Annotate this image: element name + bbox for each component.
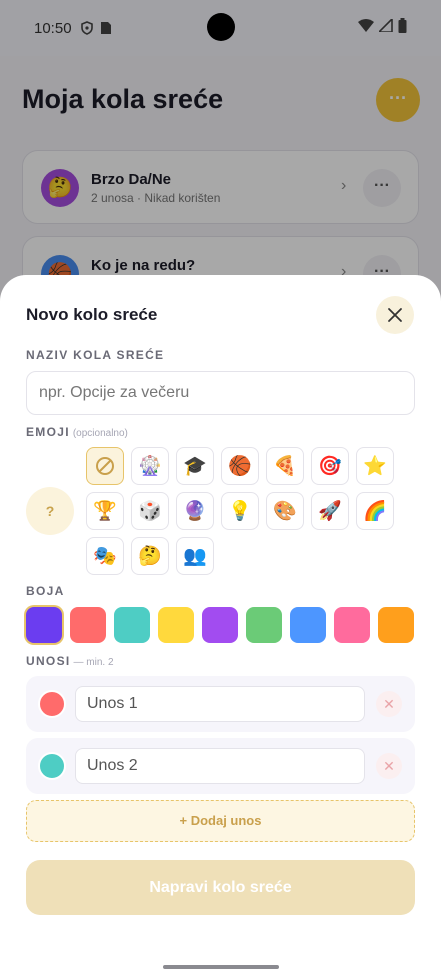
color-swatch[interactable]: [378, 607, 414, 643]
emoji-label: EMOJI (opcionalno): [26, 425, 128, 439]
emoji-option[interactable]: 🏆: [86, 492, 124, 530]
emoji-label-text: EMOJI: [26, 425, 70, 439]
emoji-option[interactable]: 🤔: [131, 537, 169, 575]
emoji-option[interactable]: 🎓: [176, 447, 214, 485]
emoji-option[interactable]: 👥: [176, 537, 214, 575]
entry-input[interactable]: [75, 686, 365, 722]
emoji-option[interactable]: 🎯: [311, 447, 349, 485]
emoji-option[interactable]: 🔮: [176, 492, 214, 530]
name-label: NAZIV KOLA SREĆE: [26, 348, 165, 362]
gesture-nav-bar[interactable]: [163, 965, 279, 969]
entries-label-text: UNOSI: [26, 654, 71, 668]
color-swatch[interactable]: [202, 607, 238, 643]
color-swatch[interactable]: [334, 607, 370, 643]
emoji-option[interactable]: 💡: [221, 492, 259, 530]
emoji-preview: ?: [26, 487, 74, 535]
entry-color-dot[interactable]: [38, 690, 66, 718]
emoji-grid: 🎡 🎓 🏀 🍕 🎯 ⭐ 🏆 🎲 🔮 💡 🎨 🚀 🌈 🎭 🤔 👥: [86, 447, 396, 575]
remove-entry-button[interactable]: ✕: [376, 691, 402, 717]
emoji-option[interactable]: 🚀: [311, 492, 349, 530]
entries-hint: — min. 2: [73, 657, 114, 668]
add-entry-button[interactable]: + Dodaj unos: [26, 800, 415, 842]
emoji-option[interactable]: 🎡: [131, 447, 169, 485]
emoji-option-none[interactable]: [86, 447, 124, 485]
entries-label: UNOSI — min. 2: [26, 654, 114, 668]
entry-row: ✕: [26, 676, 415, 732]
emoji-option[interactable]: 🏀: [221, 447, 259, 485]
entry-input[interactable]: [75, 748, 365, 784]
create-wheel-button[interactable]: Napravi kolo sreće: [26, 860, 415, 915]
entry-row: ✕: [26, 738, 415, 794]
emoji-hint: (opcionalno): [72, 428, 128, 439]
emoji-option[interactable]: ⭐: [356, 447, 394, 485]
emoji-option[interactable]: 🍕: [266, 447, 304, 485]
close-icon: [388, 308, 402, 322]
color-swatch[interactable]: [70, 607, 106, 643]
new-wheel-sheet: Novo kolo sreće NAZIV KOLA SREĆE EMOJI(o…: [0, 275, 441, 980]
no-emoji-icon: [96, 457, 114, 475]
close-button[interactable]: [376, 296, 414, 334]
wheel-name-input[interactable]: [26, 371, 415, 415]
color-swatch[interactable]: [114, 607, 150, 643]
color-swatch[interactable]: [26, 607, 62, 643]
color-swatch[interactable]: [290, 607, 326, 643]
emoji-option[interactable]: 🎲: [131, 492, 169, 530]
emoji-option[interactable]: 🎭: [86, 537, 124, 575]
color-swatch[interactable]: [246, 607, 282, 643]
remove-entry-button[interactable]: ✕: [376, 753, 402, 779]
sheet-title: Novo kolo sreće: [26, 305, 158, 324]
entry-color-dot[interactable]: [38, 752, 66, 780]
color-swatch[interactable]: [158, 607, 194, 643]
emoji-option[interactable]: 🌈: [356, 492, 394, 530]
emoji-option[interactable]: 🎨: [266, 492, 304, 530]
color-label: BOJA: [26, 584, 65, 598]
color-swatches: [26, 607, 414, 643]
